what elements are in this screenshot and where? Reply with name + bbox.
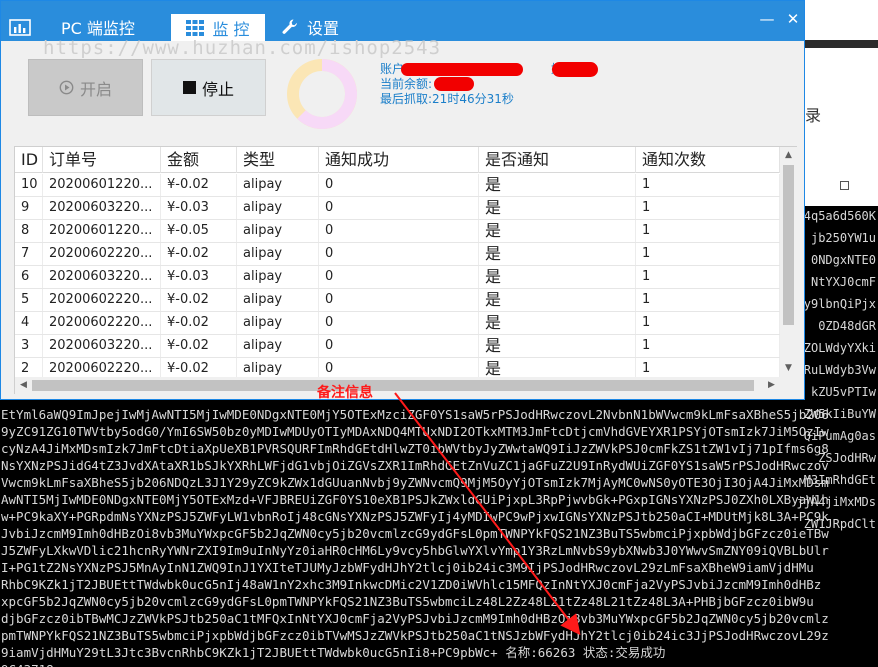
annotation-arrow-icon [394,392,581,636]
